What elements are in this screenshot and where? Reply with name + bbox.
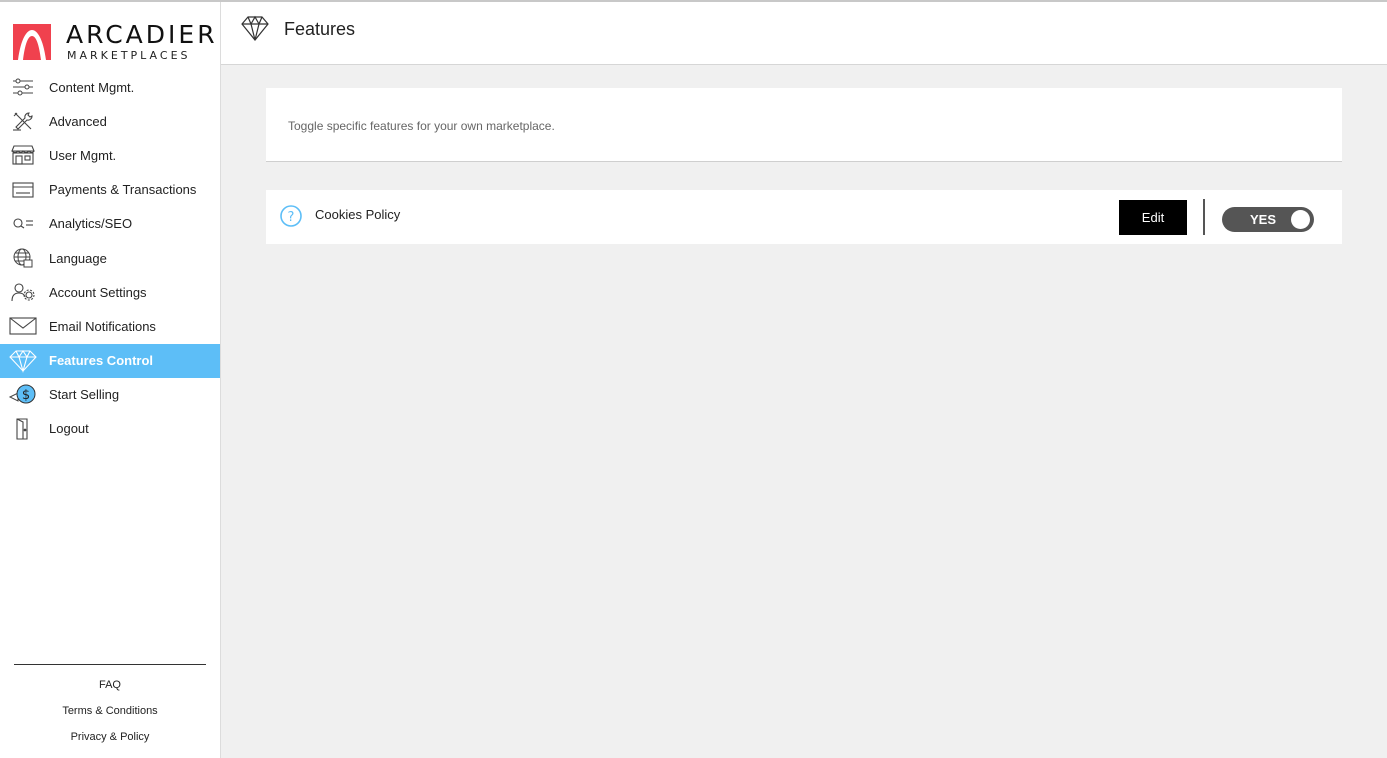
credit-card-icon [8, 177, 38, 203]
feature-toggle[interactable]: YES [1222, 207, 1314, 232]
sidebar-item-label: User Mgmt. [49, 147, 117, 163]
storefront-icon [8, 142, 38, 168]
sidebar-item-email-notifications[interactable]: Email Notifications [0, 309, 220, 343]
edit-button[interactable]: Edit [1119, 200, 1187, 235]
diamond-icon [241, 15, 269, 41]
diamond-icon [8, 348, 38, 374]
sidebar-item-label: Logout [49, 421, 89, 437]
sliders-icon [8, 74, 38, 100]
door-icon [8, 416, 38, 442]
feature-row: ? Cookies Policy Edit YES [266, 190, 1342, 244]
sidebar-item-language[interactable]: Language [0, 241, 220, 275]
sidebar-item-label: Email Notifications [49, 318, 156, 334]
sidebar-item-advanced[interactable]: Advanced [0, 104, 220, 138]
globe-icon [8, 245, 38, 271]
dollar-coin-icon: $ [8, 382, 38, 408]
sidebar-item-logout[interactable]: Logout [0, 412, 220, 446]
sidebar-item-user-mgmt[interactable]: User Mgmt. [0, 138, 220, 172]
brand-logo[interactable]: ARCADIER MARKETPLACES [13, 20, 215, 64]
intro-text: Toggle specific features for your own ma… [288, 119, 555, 133]
sidebar-item-account-settings[interactable]: Account Settings [0, 275, 220, 309]
sidebar-item-label: Account Settings [49, 284, 147, 300]
help-icon[interactable]: ? [279, 204, 303, 228]
page-header: Features [221, 2, 1387, 65]
feature-name: Cookies Policy [315, 207, 401, 222]
tools-icon [8, 108, 38, 134]
brand-name: ARCADIER [66, 20, 218, 49]
magnifier-icon [8, 211, 38, 237]
sidebar-item-analytics-seo[interactable]: Analytics/SEO [0, 207, 220, 241]
terms-link[interactable]: Terms & Conditions [14, 698, 206, 724]
sidebar-item-label: Content Mgmt. [49, 79, 135, 95]
brand-subtitle: MARKETPLACES [67, 49, 191, 62]
sidebar-nav: Content Mgmt. Advanced User Mgmt. Paymen… [0, 70, 220, 446]
svg-text:$: $ [22, 388, 30, 403]
sidebar-footer: FAQ Terms & Conditions Privacy & Policy [14, 664, 206, 750]
sidebar-item-payments[interactable]: Payments & Transactions [0, 173, 220, 207]
arcadier-logo-icon [13, 24, 51, 60]
svg-text:?: ? [288, 210, 295, 225]
sidebar-item-label: Start Selling [49, 387, 120, 403]
sidebar-item-label: Payments & Transactions [49, 182, 197, 198]
toggle-knob [1291, 210, 1310, 229]
toggle-label: YES [1250, 212, 1277, 227]
divider [1203, 199, 1205, 235]
privacy-link[interactable]: Privacy & Policy [14, 724, 206, 750]
sidebar-item-label: Analytics/SEO [49, 216, 133, 232]
sidebar-item-start-selling[interactable]: $ Start Selling [0, 378, 220, 412]
sidebar-item-label: Advanced [49, 113, 107, 129]
intro-card: Toggle specific features for your own ma… [266, 88, 1342, 162]
envelope-icon [8, 313, 38, 339]
sidebar-item-features-control[interactable]: Features Control [0, 343, 220, 378]
sidebar-item-content-mgmt[interactable]: Content Mgmt. [0, 70, 220, 104]
sidebar-item-label: Language [49, 250, 107, 266]
sidebar-item-label: Features Control [49, 353, 154, 369]
sidebar: ARCADIER MARKETPLACES Content Mgmt. Adva… [0, 2, 221, 758]
page-title: Features [284, 19, 356, 39]
user-gear-icon [8, 279, 38, 305]
faq-link[interactable]: FAQ [14, 672, 206, 698]
